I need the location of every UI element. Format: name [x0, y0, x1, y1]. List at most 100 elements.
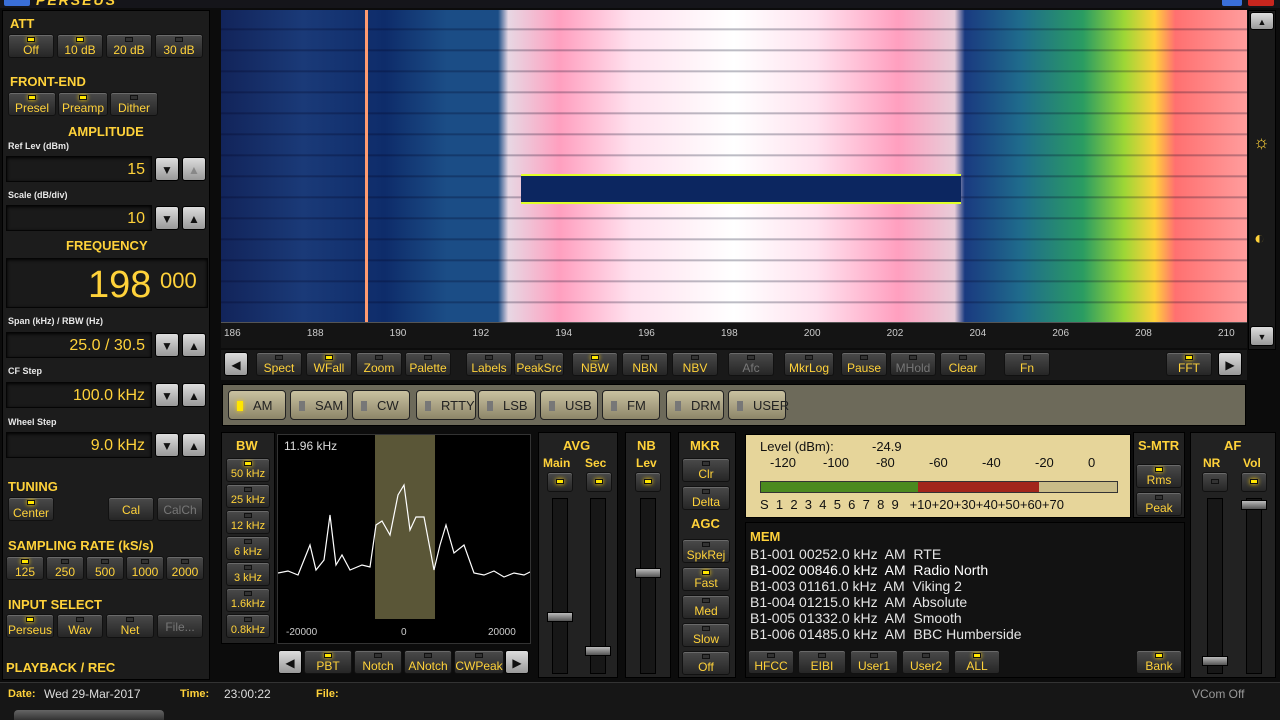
nr-slider[interactable] — [1207, 498, 1223, 674]
toolbar-right-button[interactable]: ▶ — [1218, 352, 1242, 376]
mode-sam-button[interactable]: SAM — [290, 390, 348, 420]
bw-left-button[interactable]: ◀ — [278, 650, 302, 674]
mem-row[interactable]: B1-006 01485.0 kHz AM BBC Humberside — [750, 626, 1022, 642]
toolbar-spect-button[interactable]: Spect — [256, 352, 302, 376]
mem-user1-button[interactable]: User1 — [850, 650, 898, 674]
scroll-down-button[interactable]: ▼ — [1250, 326, 1274, 346]
toolbar-labels-button[interactable]: Labels — [466, 352, 512, 376]
ref-level-down-button[interactable]: ▼ — [155, 157, 179, 181]
toolbar-peaksrc-button[interactable]: PeakSrc — [514, 352, 564, 376]
span-field[interactable]: 25.0 / 30.5 — [6, 332, 152, 358]
span-up-button[interactable]: ▲ — [182, 333, 206, 357]
bw-12khz-button[interactable]: 12 kHz — [226, 510, 270, 534]
minimize-icon[interactable] — [1222, 0, 1242, 6]
wheel-step-field[interactable]: 9.0 kHz — [6, 432, 152, 458]
avg-sec-knob[interactable] — [585, 646, 611, 656]
bw-0.8khz-button[interactable]: 0.8kHz — [226, 614, 270, 638]
sampling-250-button[interactable]: 250 — [46, 556, 84, 580]
waterfall[interactable] — [221, 10, 1247, 322]
input-wav-button[interactable]: Wav — [57, 614, 103, 638]
mode-drm-button[interactable]: DRM — [666, 390, 724, 420]
agc-spkrej-button[interactable]: SpkRej — [682, 539, 730, 563]
mode-rtty-button[interactable]: RTTY — [416, 390, 476, 420]
agc-off-button[interactable]: Off — [682, 651, 730, 675]
vol-knob[interactable] — [1241, 500, 1267, 510]
toolbar-nbn-button[interactable]: NBN — [622, 352, 668, 376]
nr-toggle[interactable] — [1202, 472, 1228, 492]
cf-step-down-button[interactable]: ▼ — [155, 383, 179, 407]
vol-slider[interactable] — [1246, 498, 1262, 674]
playback-buttons[interactable] — [14, 710, 164, 720]
input-net-button[interactable]: Net — [106, 614, 154, 638]
bw-50khz-button[interactable]: 50 kHz — [226, 458, 270, 482]
nb-level-knob[interactable] — [635, 568, 661, 578]
close-icon[interactable] — [1248, 0, 1274, 6]
cwpeak-button[interactable]: CWPeak — [454, 650, 504, 674]
avg-main-toggle[interactable] — [547, 472, 573, 492]
waterfall-scrollbar[interactable] — [1248, 10, 1276, 350]
mem-row[interactable]: B1-004 01215.0 kHz AM Absolute — [750, 594, 967, 610]
nb-toggle[interactable] — [635, 472, 661, 492]
wheel-step-up-button[interactable]: ▲ — [182, 433, 206, 457]
span-down-button[interactable]: ▼ — [155, 333, 179, 357]
toolbar-nbw-button[interactable]: NBW — [572, 352, 618, 376]
mode-usb-button[interactable]: USB — [540, 390, 598, 420]
cf-step-field[interactable]: 100.0 kHz — [6, 382, 152, 408]
agc-med-button[interactable]: Med — [682, 595, 730, 619]
input-file-button[interactable]: File... — [157, 614, 203, 638]
anotch-button[interactable]: ANotch — [404, 650, 452, 674]
toolbar-nbv-button[interactable]: NBV — [672, 352, 718, 376]
notch-button[interactable]: Notch — [354, 650, 402, 674]
avg-main-slider[interactable] — [552, 498, 568, 674]
nb-level-slider[interactable] — [640, 498, 656, 674]
app-menu-icon[interactable] — [4, 0, 30, 6]
scale-down-button[interactable]: ▼ — [155, 206, 179, 230]
mem-user2-button[interactable]: User2 — [902, 650, 950, 674]
input-perseus-button[interactable]: Perseus — [6, 614, 54, 638]
scroll-up-button[interactable]: ▲ — [1250, 12, 1274, 30]
mem-eibi-button[interactable]: EIBI — [798, 650, 846, 674]
vol-toggle[interactable] — [1241, 472, 1267, 492]
att-30db-button[interactable]: 30 dB — [155, 34, 203, 58]
pbt-button[interactable]: PBT — [304, 650, 352, 674]
mem-bank-button[interactable]: Bank — [1136, 650, 1182, 674]
wheel-step-down-button[interactable]: ▼ — [155, 433, 179, 457]
mem-hfcc-button[interactable]: HFCC — [748, 650, 794, 674]
mode-am-button[interactable]: AM — [228, 390, 286, 420]
preamp-button[interactable]: Preamp — [58, 92, 108, 116]
toolbar-afc-button[interactable]: Afc — [728, 352, 774, 376]
mem-all-button[interactable]: ALL — [954, 650, 1000, 674]
mode-user-button[interactable]: USER — [728, 390, 789, 420]
att-20db-button[interactable]: 20 dB — [106, 34, 152, 58]
bw-6khz-button[interactable]: 6 kHz — [226, 536, 270, 560]
mode-lsb-button[interactable]: LSB — [478, 390, 536, 420]
mem-row[interactable]: B1-001 00252.0 kHz AM RTE — [750, 546, 941, 562]
scale-field[interactable]: 10 — [6, 205, 152, 231]
nr-knob[interactable] — [1202, 656, 1228, 666]
sampling-1000-button[interactable]: 1000 — [126, 556, 164, 580]
mem-row[interactable]: B1-002 00846.0 kHz AM Radio North — [750, 562, 988, 578]
agc-slow-button[interactable]: Slow — [682, 623, 730, 647]
toolbar-pause-button[interactable]: Pause — [841, 352, 887, 376]
toolbar-fft-button[interactable]: FFT — [1166, 352, 1212, 376]
toolbar-palette-button[interactable]: Palette — [405, 352, 451, 376]
mode-fm-button[interactable]: FM — [602, 390, 660, 420]
brightness-icon[interactable]: ☼ — [1253, 132, 1270, 153]
bw-3khz-button[interactable]: 3 kHz — [226, 562, 270, 586]
mem-row[interactable]: B1-003 01161.0 kHz AM Viking 2 — [750, 578, 962, 594]
toolbar-zoom-button[interactable]: Zoom — [356, 352, 402, 376]
ref-level-field[interactable]: 15 — [6, 156, 152, 182]
sampling-500-button[interactable]: 500 — [86, 556, 124, 580]
cf-step-up-button[interactable]: ▲ — [182, 383, 206, 407]
tuning-cal-button[interactable]: Cal — [108, 497, 154, 521]
bw-25khz-button[interactable]: 25 kHz — [226, 484, 270, 508]
mem-row[interactable]: B1-005 01332.0 kHz AM Smooth — [750, 610, 962, 626]
tuning-calch-button[interactable]: CalCh — [157, 497, 203, 521]
mode-cw-button[interactable]: CW — [352, 390, 410, 420]
agc-fast-button[interactable]: Fast — [682, 567, 730, 591]
toolbar-fn-button[interactable]: Fn — [1004, 352, 1050, 376]
bw-right-button[interactable]: ▶ — [505, 650, 529, 674]
smtr-rms-button[interactable]: Rms — [1136, 464, 1182, 488]
sampling-125-button[interactable]: 125 — [6, 556, 44, 580]
presel-button[interactable]: Presel — [8, 92, 56, 116]
